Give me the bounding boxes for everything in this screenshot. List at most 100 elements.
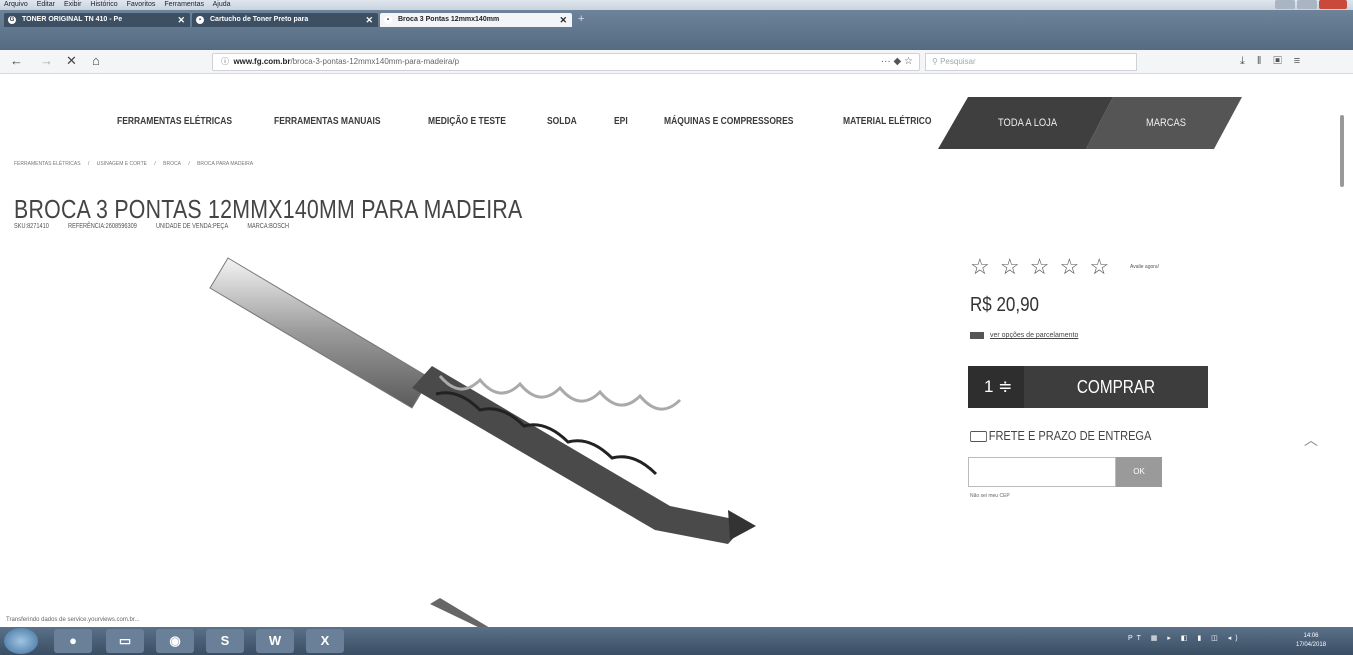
navigation-bar: ← → ✕ ⌂ ⓘ www.fg.com.br/broca-3-pontas-1… bbox=[0, 50, 1353, 74]
breadcrumb-item[interactable]: USINAGEM E CORTE bbox=[97, 161, 147, 167]
installments-link[interactable]: ver opções de parcelamento bbox=[970, 332, 1078, 339]
menu-icon[interactable]: ≡ bbox=[1294, 55, 1312, 67]
search-input[interactable]: ⚲ Pesquisar bbox=[925, 53, 1137, 71]
rate-now-link[interactable]: Avalie agora! bbox=[1130, 264, 1159, 270]
product-price: R$ 20,90 bbox=[970, 294, 1039, 316]
nav-medicao-teste[interactable]: MEDIÇÃO E TESTE bbox=[428, 116, 506, 127]
nav-ferramentas-eletricas[interactable]: FERRAMENTAS ELÉTRICAS bbox=[117, 116, 232, 127]
window-controls bbox=[1275, 0, 1347, 10]
stop-icon[interactable]: ✕ bbox=[66, 53, 77, 69]
breadcrumb: FERRAMENTAS ELÉTRICAS / USINAGEM E CORTE… bbox=[14, 161, 259, 167]
nav-material-eletrico[interactable]: MATERIAL ELÉTRICO bbox=[843, 116, 931, 127]
clock[interactable]: 14:06 17/04/2018 bbox=[1296, 632, 1326, 650]
clock-date: 17/04/2018 bbox=[1296, 642, 1327, 648]
breadcrumb-current: BROCA PARA MADEIRA bbox=[197, 161, 254, 167]
address-bar[interactable]: ⓘ www.fg.com.br/broca-3-pontas-12mmx140m… bbox=[212, 53, 920, 71]
language-indicator[interactable]: PT bbox=[1128, 635, 1145, 642]
bookmark-star-icon[interactable]: ☆ bbox=[904, 56, 913, 67]
pocket-icon[interactable]: ◆ bbox=[894, 56, 902, 67]
menu-exibir[interactable]: Exibir bbox=[64, 1, 82, 8]
sale-unit: UNIDADE DE VENDA:PEÇA bbox=[156, 223, 229, 230]
sidebar-icon[interactable]: ▣ bbox=[1273, 55, 1293, 67]
favicon-icon: G bbox=[8, 16, 16, 24]
ok-button[interactable]: OK bbox=[1116, 457, 1162, 487]
tab-label: Cartucho de Toner Preto para bbox=[210, 16, 309, 23]
menu-arquivo[interactable]: Arquivo bbox=[4, 1, 28, 8]
toolbar-icons: ⤓‖▣≡ bbox=[1240, 55, 1312, 68]
menu-historico[interactable]: Histórico bbox=[90, 1, 117, 8]
forward-icon[interactable]: → bbox=[40, 53, 53, 68]
scrollbar-thumb[interactable] bbox=[1340, 115, 1344, 187]
rating-stars[interactable]: ☆ ☆ ☆ ☆ ☆ bbox=[970, 254, 1111, 280]
menu-editar[interactable]: Editar bbox=[37, 1, 55, 8]
taskbar: ● ▭ ◉ S W X PT ▦ ▸ ◧ ▮ ◫ ◂) 14:06 17/04/… bbox=[0, 627, 1353, 655]
brands-link[interactable]: MARCAS bbox=[1146, 117, 1186, 129]
breadcrumb-separator: / bbox=[154, 161, 156, 167]
close-tab-icon[interactable]: ✕ bbox=[177, 13, 185, 27]
chrome-icon[interactable]: ◉ bbox=[156, 629, 194, 653]
all-store-link[interactable]: TODA A LOJA bbox=[998, 117, 1057, 129]
tab-bar: G TONER ORIGINAL TN 410 - Pe ✕ ▪ Cartuch… bbox=[0, 10, 1353, 50]
close-window-button[interactable] bbox=[1319, 0, 1347, 9]
menu-bar: Arquivo Editar Exibir Histórico Favorito… bbox=[0, 0, 1353, 10]
minimize-button[interactable] bbox=[1275, 0, 1295, 9]
no-cep-link[interactable]: Não sei meu CEP bbox=[970, 493, 1010, 499]
truck-icon bbox=[970, 431, 987, 443]
breadcrumb-item[interactable]: FERRAMENTAS ELÉTRICAS bbox=[14, 161, 81, 167]
brand: MARCA:BOSCH bbox=[247, 223, 290, 230]
product-meta: SKU:8271410 REFERÊNCIA:2608596309 UNIDAD… bbox=[14, 223, 307, 230]
page-actions-icon[interactable]: ··· bbox=[881, 56, 891, 67]
nav-maquinas-compressores[interactable]: MÁQUINAS E COMPRESSORES bbox=[664, 116, 793, 127]
shop-banner: TODA A LOJA MARCAS bbox=[938, 97, 1242, 149]
chevron-up-icon[interactable]: ︿ bbox=[1304, 430, 1318, 450]
new-tab-icon[interactable]: + bbox=[578, 13, 584, 25]
system-tray: PT ▦ ▸ ◧ ▮ ◫ ◂) bbox=[1128, 635, 1242, 642]
buy-box: 1 ≑ COMPRAR bbox=[968, 366, 1208, 408]
close-tab-icon[interactable]: ✕ bbox=[365, 13, 373, 27]
back-icon[interactable]: ← bbox=[10, 53, 23, 68]
search-placeholder: Pesquisar bbox=[940, 57, 976, 66]
nav-ferramentas-manuais[interactable]: FERRAMENTAS MANUAIS bbox=[274, 116, 381, 127]
excel-icon[interactable]: X bbox=[306, 629, 344, 653]
product-image bbox=[209, 257, 756, 628]
explorer-icon[interactable]: ▭ bbox=[106, 629, 144, 653]
tab-toner[interactable]: G TONER ORIGINAL TN 410 - Pe ✕ bbox=[4, 13, 190, 27]
sku: SKU:8271410 bbox=[14, 223, 49, 230]
info-icon[interactable]: ⓘ bbox=[221, 57, 229, 66]
menu-favoritos[interactable]: Favoritos bbox=[127, 1, 156, 8]
shipping-title: FRETE E PRAZO DE ENTREGA bbox=[970, 428, 1151, 443]
word-icon[interactable]: W bbox=[256, 629, 294, 653]
tab-broca[interactable]: • Broca 3 Pontas 12mmx140mm ✕ bbox=[380, 13, 572, 27]
url-path: /broca-3-pontas-12mmx140mm-para-madeira/… bbox=[290, 57, 460, 66]
favicon-icon: ▪ bbox=[196, 16, 204, 24]
buy-button[interactable]: COMPRAR bbox=[1038, 366, 1194, 408]
url-domain: www.fg.com.br bbox=[233, 57, 291, 66]
cep-input[interactable] bbox=[968, 457, 1116, 487]
breadcrumb-separator: / bbox=[188, 161, 190, 167]
breadcrumb-item[interactable]: BROCA bbox=[163, 161, 181, 167]
start-button[interactable] bbox=[4, 628, 38, 654]
skype-icon[interactable]: S bbox=[206, 629, 244, 653]
product-title: BROCA 3 PONTAS 12MMX140MM PARA MADEIRA bbox=[14, 194, 523, 224]
search-icon: ⚲ bbox=[932, 57, 938, 66]
nav-epi[interactable]: EPI bbox=[614, 116, 628, 127]
installments-label: ver opções de parcelamento bbox=[990, 332, 1079, 339]
nav-solda[interactable]: SOLDA bbox=[547, 116, 577, 127]
tab-cartucho[interactable]: ▪ Cartucho de Toner Preto para ✕ bbox=[192, 13, 378, 27]
menu-ajuda[interactable]: Ajuda bbox=[213, 1, 231, 8]
tab-label: TONER ORIGINAL TN 410 - Pe bbox=[22, 16, 123, 23]
firefox-icon[interactable]: ● bbox=[54, 629, 92, 653]
status-text: Transferindo dados de service.yourviews.… bbox=[6, 617, 140, 623]
maximize-button[interactable] bbox=[1297, 0, 1317, 9]
credit-card-icon bbox=[970, 332, 984, 339]
downloads-icon[interactable]: ⤓ bbox=[1240, 55, 1257, 67]
clock-time: 14:06 bbox=[1303, 633, 1319, 639]
loading-icon: • bbox=[384, 16, 392, 24]
close-tab-icon[interactable]: ✕ bbox=[559, 13, 567, 27]
menu-ferramentas[interactable]: Ferramentas bbox=[164, 1, 204, 8]
home-icon[interactable]: ⌂ bbox=[92, 53, 100, 68]
breadcrumb-separator: / bbox=[87, 161, 90, 167]
shipping-label: FRETE E PRAZO DE ENTREGA bbox=[988, 428, 1152, 443]
library-icon[interactable]: ‖ bbox=[1257, 55, 1274, 67]
quantity-stepper[interactable]: 1 ≑ bbox=[968, 366, 1024, 408]
